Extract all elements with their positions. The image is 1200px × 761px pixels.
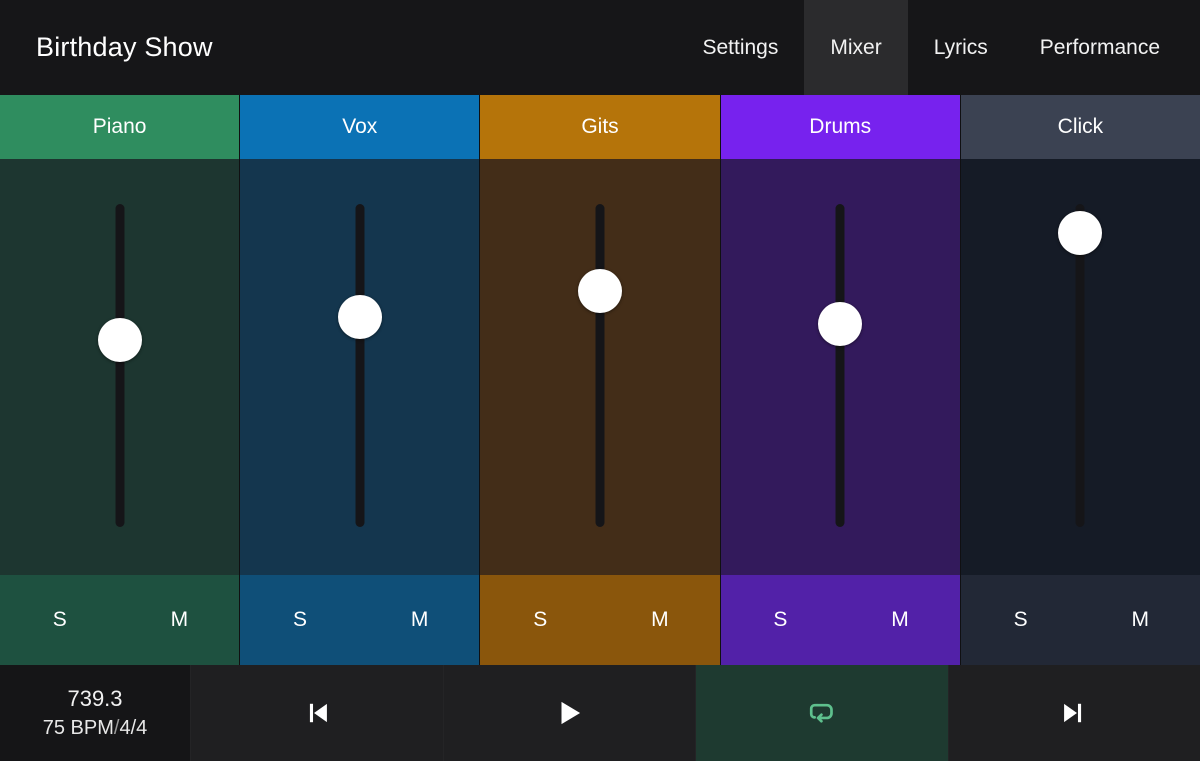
channel-buttons-piano: SM (0, 575, 240, 665)
volume-fader-vox[interactable] (330, 204, 390, 527)
solo-button-click[interactable]: S (961, 575, 1081, 665)
fader-thumb[interactable] (337, 295, 382, 340)
channel-strip-click: Click S M (960, 95, 1200, 665)
fader-area-piano (0, 159, 239, 575)
fader-area-gits (480, 159, 719, 575)
tempo-time-signature: 75 BPM/4/4 (43, 717, 148, 740)
volume-fader-piano[interactable] (90, 204, 150, 527)
play-button[interactable] (442, 665, 695, 761)
solo-button-drums[interactable]: S (721, 575, 841, 665)
channel-buttons-vox: SM (240, 575, 480, 665)
mixer-channel-strip-area: Piano S M Vox S M Gits S M Drums S M Click S M (0, 95, 1200, 665)
channel-name-vox[interactable]: Vox (240, 95, 480, 159)
channel-name-piano[interactable]: Piano (0, 95, 240, 159)
skip-forward-button[interactable] (947, 665, 1200, 761)
loop-button[interactable] (695, 665, 948, 761)
main-nav-tabs: Settings Mixer Lyrics Performance (676, 0, 1200, 95)
fader-track[interactable] (115, 204, 125, 527)
fader-thumb[interactable] (1058, 211, 1103, 256)
transport-buttons (190, 665, 1200, 761)
mute-button-click[interactable]: M (1080, 575, 1200, 665)
channel-buttons-click: SM (960, 575, 1200, 665)
fader-area-click (961, 159, 1200, 575)
fader-track[interactable] (595, 204, 605, 527)
channel-strip-gits: Gits S M (480, 95, 721, 665)
mute-button-vox[interactable]: M (360, 575, 480, 665)
channel-strip-vox: Vox S M (240, 95, 481, 665)
channel-name-drums[interactable]: Drums (720, 95, 960, 159)
loop-icon (805, 696, 839, 730)
volume-fader-click[interactable] (1050, 204, 1110, 527)
top-bar: Birthday Show Settings Mixer Lyrics Perform… (0, 0, 1200, 95)
channel-name-click[interactable]: Click (960, 95, 1200, 159)
page-title: Birthday Show (36, 32, 213, 62)
channel-buttons-drums: SM (720, 575, 960, 665)
fader-track[interactable] (355, 204, 365, 527)
skip-back-icon (300, 696, 334, 730)
tempo-value: 75 BPM (42, 717, 114, 739)
solo-button-gits[interactable]: S (480, 575, 600, 665)
mute-button-gits[interactable]: M (600, 575, 720, 665)
solo-button-vox[interactable]: S (240, 575, 360, 665)
channel-name-gits[interactable]: Gits (480, 95, 720, 159)
channel-strip-drums: Drums S M (720, 95, 961, 665)
skip-back-button[interactable] (190, 665, 443, 761)
fader-track[interactable] (835, 204, 845, 527)
solo-button-piano[interactable]: S (0, 575, 120, 665)
mute-button-drums[interactable]: M (840, 575, 960, 665)
channel-buttons-gits: SM (480, 575, 720, 665)
fader-thumb[interactable] (818, 301, 863, 346)
fader-thumb[interactable] (97, 317, 142, 362)
volume-fader-drums[interactable] (810, 204, 870, 527)
skip-forward-icon (1057, 696, 1091, 730)
tab-mixer[interactable]: Mixer (804, 0, 908, 95)
fader-thumb[interactable] (578, 269, 622, 314)
tab-settings[interactable]: Settings (676, 0, 804, 95)
fader-area-drums (721, 159, 960, 575)
time-display[interactable]: 739.3 75 BPM/4/4 (0, 665, 190, 761)
mute-button-piano[interactable]: M (120, 575, 240, 665)
fader-area-vox (240, 159, 479, 575)
channel-strip-piano: Piano S M (0, 95, 241, 665)
volume-fader-gits[interactable] (570, 204, 630, 527)
mixer-app: Birthday Show Settings Mixer Lyrics Perform… (0, 0, 1200, 761)
time-signature-value: 4/4 (119, 717, 148, 739)
tab-performance[interactable]: Performance (1014, 0, 1200, 95)
transport-bar: 739.3 75 BPM/4/4 (0, 665, 1200, 761)
tab-lyrics[interactable]: Lyrics (908, 0, 1014, 95)
play-icon (551, 695, 587, 731)
playback-position: 739.3 (67, 686, 123, 711)
